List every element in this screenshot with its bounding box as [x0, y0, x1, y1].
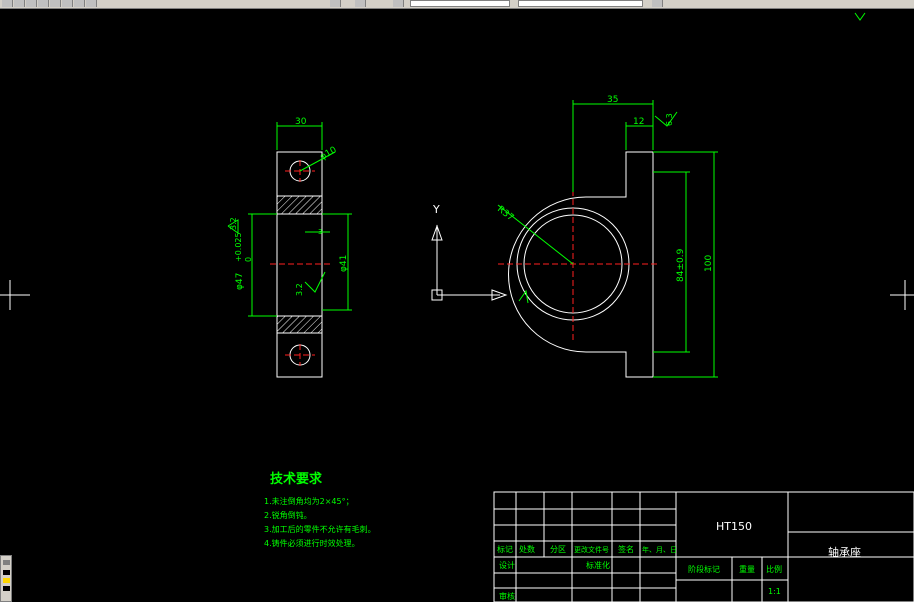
row-standard: 标准化: [586, 560, 610, 570]
left-view: 30 φ10 φ47 +0.025 0 φ41 3 3.2 3.2: [227, 117, 352, 378]
toolbar-button[interactable]: [38, 0, 49, 7]
dim-small-label: 3: [318, 228, 322, 236]
toolbar-button[interactable]: [330, 0, 341, 7]
toolbar-button[interactable]: [62, 0, 73, 7]
dim-inner-label: φ41: [339, 255, 349, 272]
palette-swatch[interactable]: [3, 570, 10, 575]
tech-requirement-item: 4.铸件必须进行时效处理。: [264, 538, 360, 548]
header-zone: 分区: [550, 545, 566, 554]
toolbar-button[interactable]: [14, 0, 25, 7]
header-date: 年、月、日: [642, 545, 677, 554]
linetype-dropdown[interactable]: [518, 0, 643, 7]
palette-swatch[interactable]: [3, 560, 10, 565]
dim-width-label: 30: [295, 117, 307, 127]
scale-value: 1:1: [768, 587, 781, 596]
header-signature: 签名: [618, 544, 634, 554]
dim-top-small-label: 12: [633, 117, 644, 127]
tech-requirements-title: 技术要求: [270, 471, 323, 487]
dim-height-inner-label: 84±0.9: [676, 248, 686, 282]
part-name-label: 轴承座: [828, 545, 861, 559]
tech-requirements: 技术要求 1.未注倒角均为2×45°； 2.锐角倒钝。 3.加工后的零件不允许有…: [264, 471, 376, 548]
header-mark: 标记: [497, 544, 513, 554]
stage-mark-label: 阶段标记: [688, 564, 720, 574]
tech-requirement-item: 1.未注倒角均为2×45°；: [264, 496, 354, 506]
layer-dropdown[interactable]: [410, 0, 510, 7]
dim-bore-tol-upper: +0.025: [234, 232, 243, 262]
dim-radius-label: R37: [495, 204, 515, 223]
ucs-icon: Y: [431, 203, 508, 301]
dim-bore-tol-lower: 0: [244, 257, 253, 262]
toolbar-button[interactable]: [652, 0, 663, 7]
dim-height-total-label: 100: [704, 255, 714, 272]
ucs-y-label: Y: [432, 203, 440, 216]
toolbar-button[interactable]: [355, 0, 366, 7]
toolbar-button[interactable]: [26, 0, 37, 7]
right-view-dim-labels: 35 12 6.3 R37 84±0.9 100: [495, 95, 714, 282]
toolbar-button[interactable]: [2, 0, 13, 7]
palette-swatch[interactable]: [3, 586, 10, 591]
layer-palette[interactable]: [0, 555, 12, 602]
row-review: 审核: [499, 591, 515, 601]
weight-label: 重量: [739, 564, 755, 574]
toolbar-button[interactable]: [74, 0, 85, 7]
right-view: 35 12 6.3 R37 84±0.9 100: [495, 95, 718, 378]
palette-swatch[interactable]: [3, 578, 10, 583]
toolbar-button[interactable]: [393, 0, 404, 7]
material-label: HT150: [716, 520, 752, 533]
row-design: 设计: [499, 560, 515, 570]
roughness-a-label: 3.2: [229, 217, 238, 230]
left-view-centerlines: [270, 160, 330, 366]
toolbar-button[interactable]: [86, 0, 97, 7]
scale-label: 比例: [766, 564, 782, 574]
header-count: 处数: [519, 544, 535, 554]
header-change-doc: 更改文件号: [574, 545, 609, 554]
viewport-markers: [0, 12, 914, 310]
roughness-b-label: 3.2: [295, 283, 304, 296]
roughness-top-label: 6.3: [665, 113, 674, 126]
title-block: HT150 轴承座 标记 处数 分区 更改文件号 签名 年、月、日 设计 标准化…: [493, 491, 914, 602]
drawing-canvas[interactable]: 30 φ10 φ47 +0.025 0 φ41 3 3.2 3.2 Y 35 1…: [0, 9, 914, 602]
toolbar-button[interactable]: [50, 0, 61, 7]
tech-requirement-item: 3.加工后的零件不允许有毛刺。: [264, 524, 376, 534]
dim-top-label: 35: [607, 95, 618, 105]
dim-bore-label: φ47: [235, 273, 245, 290]
cad-toolbar: [0, 0, 914, 9]
right-view-centerlines: [498, 190, 660, 340]
tech-requirement-item: 2.锐角倒钝。: [264, 510, 312, 520]
